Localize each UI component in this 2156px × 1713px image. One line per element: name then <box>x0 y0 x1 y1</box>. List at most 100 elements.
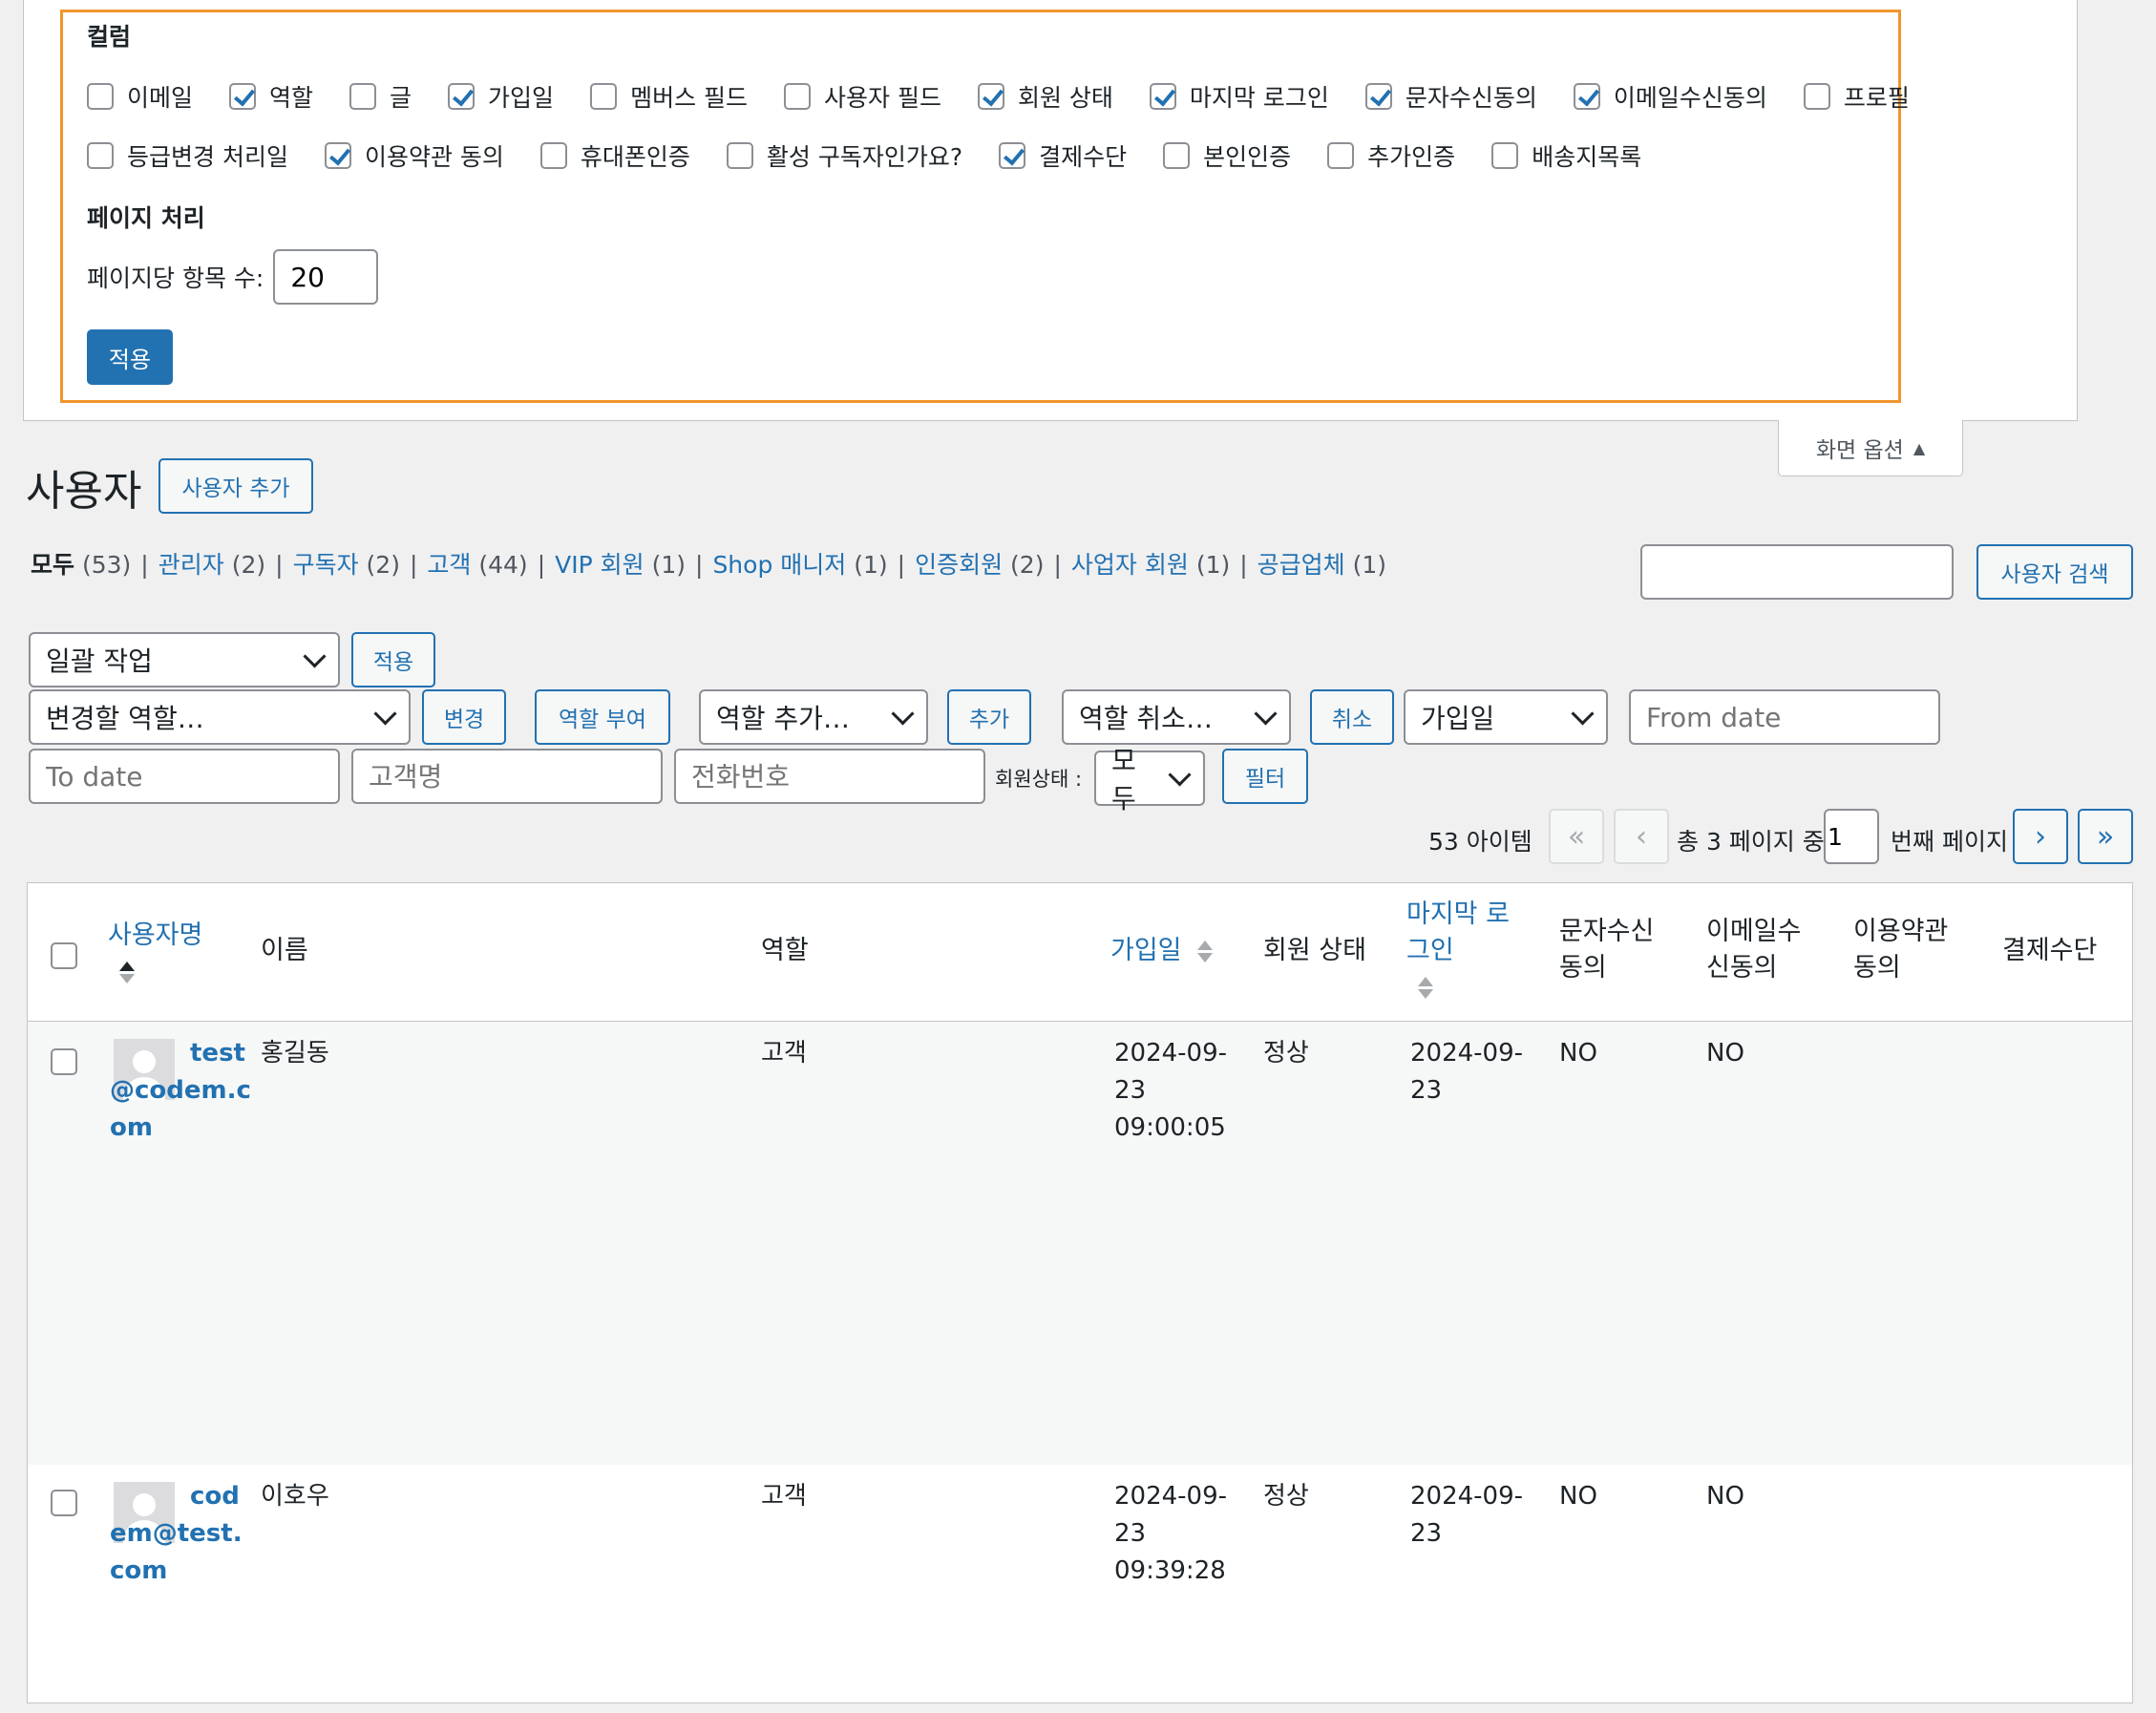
view-count: (1) <box>651 551 686 579</box>
date-field-select[interactable]: 가입일 <box>1404 689 1608 745</box>
apply-screen-options-button[interactable]: 적용 <box>87 329 173 385</box>
row-checkbox[interactable] <box>51 1048 77 1075</box>
column-option[interactable]: 멤버스 필드 <box>590 79 748 114</box>
view-link[interactable]: 인증회원 <box>915 551 1003 579</box>
view-link[interactable]: 관리자 <box>159 551 224 579</box>
view-link[interactable]: 사업자 회원 <box>1071 551 1189 579</box>
column-checkbox[interactable] <box>324 142 351 169</box>
customer-name-input[interactable] <box>351 749 663 804</box>
member-status-select[interactable]: 모두 <box>1094 745 1205 814</box>
column-option[interactable]: 추가인증 <box>1327 138 1455 173</box>
column-option[interactable]: 배송지목록 <box>1491 138 1641 173</box>
screen-options-panel: 컬럼 이메일 역할 글 가입일 멤버스 필드 사용자 필드 회원 상태 마지막 로그인 문자수신… <box>23 0 2078 421</box>
column-checkbox[interactable] <box>1163 142 1191 169</box>
column-option[interactable]: 프로필 <box>1803 79 1910 114</box>
column-checkbox[interactable] <box>87 83 114 110</box>
date-field-select-value: 가입일 <box>1421 703 1495 734</box>
select-all-checkbox[interactable] <box>51 942 77 969</box>
column-option-label: 등급변경 처리일 <box>127 143 288 171</box>
bulk-apply-button[interactable]: 적용 <box>351 632 435 687</box>
first-page-button[interactable]: « <box>1549 809 1604 864</box>
column-option[interactable]: 본인인증 <box>1163 138 1291 173</box>
column-checkbox[interactable] <box>229 83 257 110</box>
bulk-action-select[interactable]: 일괄 작업 <box>29 632 340 687</box>
column-option-label: 본인인증 <box>1203 143 1292 171</box>
add-role-button[interactable]: 추가 <box>947 689 1031 745</box>
next-page-button[interactable]: › <box>2013 809 2068 864</box>
column-checkbox[interactable] <box>1327 142 1355 169</box>
chevron-down-icon <box>891 701 915 726</box>
user-search-button[interactable]: 사용자 검색 <box>1976 544 2133 600</box>
column-checkbox[interactable] <box>784 83 812 110</box>
column-option[interactable]: 가입일 <box>448 79 554 114</box>
user-name: 홍길동 <box>261 1039 329 1068</box>
columns-title: 컬럼 <box>87 23 132 51</box>
column-option[interactable]: 글 <box>349 79 412 114</box>
remove-role-select[interactable]: 역할 취소… <box>1062 689 1291 745</box>
user-search-input[interactable] <box>1640 544 1954 600</box>
change-role-select[interactable]: 변경할 역할… <box>29 689 411 745</box>
column-option[interactable]: 문자수신동의 <box>1364 79 1537 114</box>
column-checkbox[interactable] <box>539 142 567 169</box>
column-option[interactable]: 마지막 로그인 <box>1149 79 1329 114</box>
column-checkbox[interactable] <box>977 83 1004 110</box>
column-option[interactable]: 이메일수신동의 <box>1573 79 1767 114</box>
add-role-select[interactable]: 역할 추가… <box>699 689 928 745</box>
column-checkbox[interactable] <box>1573 83 1600 110</box>
screen-options-tab[interactable]: 화면 옵션 ▲ <box>1778 420 1963 476</box>
view-separator: | <box>140 551 149 579</box>
column-option[interactable]: 이메일 <box>87 79 193 114</box>
column-option[interactable]: 회원 상태 <box>977 79 1113 114</box>
column-checkbox[interactable] <box>1491 142 1519 169</box>
view-link[interactable]: 모두 <box>31 551 74 579</box>
column-option[interactable]: 휴대폰인증 <box>539 138 690 173</box>
username-link[interactable]: codem@test.com <box>110 1478 253 1590</box>
column-option[interactable]: 이용약관 동의 <box>324 138 504 173</box>
view-link[interactable]: Shop 매니저 <box>712 551 846 579</box>
column-option[interactable]: 등급변경 처리일 <box>87 138 288 173</box>
prev-page-button[interactable]: ‹ <box>1614 809 1669 864</box>
column-payment: 결제수단 <box>2002 936 2098 965</box>
phone-input[interactable] <box>674 749 985 804</box>
user-last-login: 2024-09-23 <box>1410 1482 1524 1548</box>
view-link[interactable]: 구독자 <box>293 551 359 579</box>
column-option[interactable]: 결제수단 <box>999 138 1127 173</box>
view-link[interactable]: 고객 <box>427 551 471 579</box>
column-checkbox[interactable] <box>726 142 753 169</box>
column-option-label: 배송지목록 <box>1532 143 1642 171</box>
column-checkbox[interactable] <box>87 142 114 169</box>
column-option[interactable]: 활성 구독자인가요? <box>726 138 962 173</box>
grant-role-button[interactable]: 역할 부여 <box>535 689 670 745</box>
column-option[interactable]: 역할 <box>229 79 313 114</box>
chevron-down-icon <box>373 701 397 726</box>
last-page-button[interactable]: » <box>2078 809 2133 864</box>
to-date-input[interactable] <box>29 749 340 804</box>
per-page-input[interactable] <box>273 249 379 305</box>
column-option[interactable]: 사용자 필드 <box>784 79 941 114</box>
column-checkbox[interactable] <box>1149 83 1176 110</box>
view-link[interactable]: VIP 회원 <box>555 551 645 579</box>
filter-button[interactable]: 필터 <box>1222 749 1308 804</box>
view-link[interactable]: 공급업체 <box>1258 551 1345 579</box>
column-checkbox[interactable] <box>590 83 618 110</box>
column-last-login[interactable]: 마지막 로그인 <box>1406 897 1515 1005</box>
column-checkbox[interactable] <box>448 83 476 110</box>
add-user-button[interactable]: 사용자 추가 <box>159 458 313 514</box>
row-checkbox[interactable] <box>51 1490 77 1516</box>
triangle-up-icon: ▲ <box>1913 438 1926 457</box>
user-sms-consent: NO <box>1559 1482 1597 1511</box>
table-row: test@codem.com 홍길동 고객 2024-09-23 09:00:0… <box>28 1022 2132 1465</box>
view-separator: | <box>695 551 704 579</box>
from-date-input[interactable] <box>1629 689 1940 745</box>
username-link[interactable]: test@codem.com <box>110 1035 253 1147</box>
change-role-button[interactable]: 변경 <box>422 689 506 745</box>
column-checkbox[interactable] <box>1364 83 1392 110</box>
column-checkbox[interactable] <box>1803 83 1830 110</box>
current-page-input[interactable] <box>1824 809 1879 864</box>
remove-role-button[interactable]: 취소 <box>1310 689 1394 745</box>
column-checkbox[interactable] <box>349 83 377 110</box>
column-registered[interactable]: 가입일 <box>1110 933 1214 969</box>
column-checkbox[interactable] <box>999 142 1026 169</box>
view-count: (53) <box>81 551 132 579</box>
column-username[interactable]: 사용자명 <box>108 918 213 990</box>
